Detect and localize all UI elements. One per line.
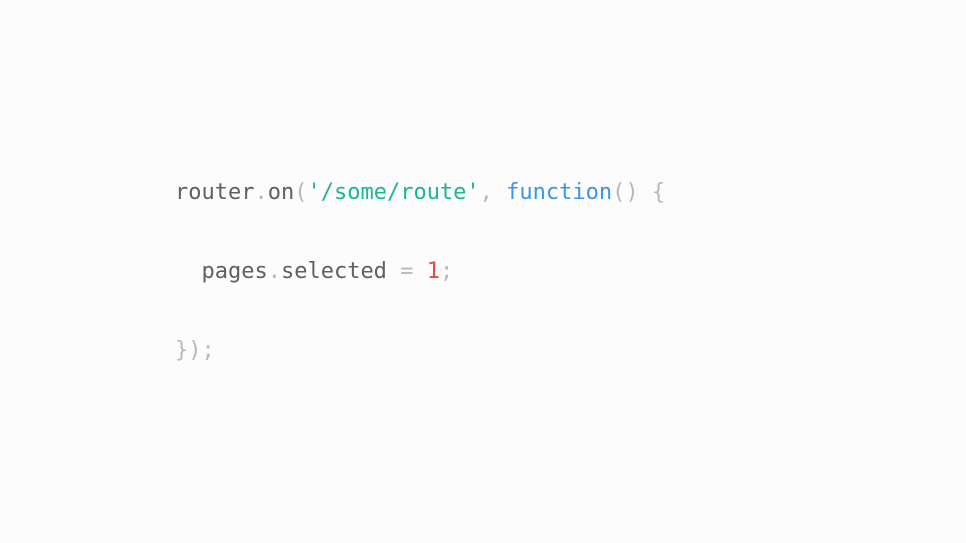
open-brace: { [652,180,665,205]
number-literal: 1 [427,259,440,284]
close-paren: ) [188,338,201,363]
space [387,259,400,284]
space [413,259,426,284]
dot-operator: . [268,259,281,284]
code-snippet: router.on('/some/route', function() { pa… [175,133,665,410]
method-on: on [268,180,295,205]
semicolon: ; [202,338,215,363]
semicolon: ; [440,259,453,284]
equals-operator: = [400,259,413,284]
keyword-function: function [506,180,612,205]
parens-empty: () [612,180,639,205]
dot-operator: . [254,180,267,205]
identifier-pages: pages [201,259,267,284]
space [639,180,652,205]
space [493,180,506,205]
open-paren: ( [294,180,307,205]
comma: , [480,180,493,205]
code-line-1: router.on('/some/route', function() { [175,173,665,213]
code-line-3: }); [175,331,665,371]
code-line-2: pages.selected = 1; [175,252,665,292]
string-route: '/some/route' [307,180,479,205]
property-selected: selected [281,259,387,284]
identifier-router: router [175,180,254,205]
close-brace: } [175,338,188,363]
